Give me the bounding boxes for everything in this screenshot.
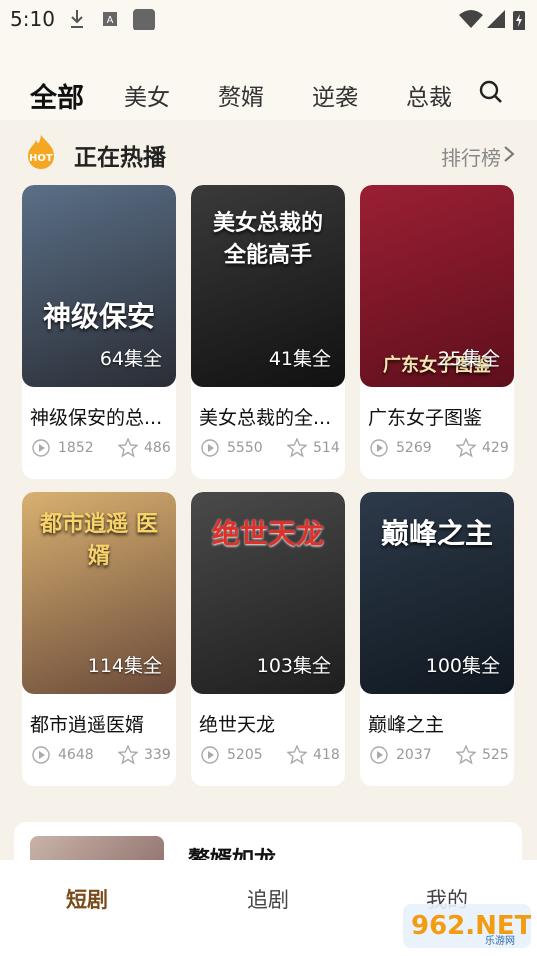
tab-ceo[interactable]: 总裁 (406, 78, 452, 112)
drama-stats: 5205 418 (199, 744, 343, 768)
drama-stats: 5269 429 (368, 437, 512, 461)
app-square-icon (133, 9, 155, 30)
drama-card[interactable]: 神级保安 64集全 神级保安的总... 1852 486 (22, 185, 176, 479)
drama-title: 神级保安的总... (30, 407, 163, 429)
star-count: 486 (144, 440, 171, 456)
keyboard-a-icon: A (103, 12, 117, 26)
drama-poster[interactable]: 美女总裁的 全能高手 41集全 (191, 185, 345, 387)
drama-poster[interactable]: 神级保安 64集全 (22, 185, 176, 387)
chevron-right-icon[interactable] (501, 144, 517, 164)
drama-stats: 1852 486 (30, 437, 174, 461)
nav-following[interactable]: 追剧 (247, 884, 289, 914)
download-icon (71, 10, 83, 28)
drama-stats: 5550 514 (199, 437, 343, 461)
play-count: 5269 (396, 440, 432, 456)
star-icon[interactable] (456, 438, 476, 458)
tab-all[interactable]: 全部 (30, 76, 84, 115)
star-icon[interactable] (287, 745, 307, 765)
drama-title: 都市逍遥医婿 (30, 714, 145, 736)
star-count: 339 (144, 747, 171, 763)
star-icon[interactable] (118, 745, 138, 765)
episode-count: 114集全 (87, 655, 162, 677)
episode-count: 100集全 (425, 655, 500, 677)
poster-title-art: 美女总裁的 全能高手 (212, 211, 323, 268)
drama-card[interactable]: 都市逍遥 医婿 114集全 都市逍遥医婿 4648 339 (22, 492, 176, 786)
drama-title: 广东女子图鉴 (368, 407, 483, 429)
battery-icon (513, 11, 525, 30)
play-count: 1852 (58, 440, 94, 456)
tab-counterattack[interactable]: 逆袭 (312, 78, 358, 112)
star-count: 525 (482, 747, 509, 763)
drama-stats: 4648 339 (30, 744, 174, 768)
poster-title-art: 巅峰之主 (380, 517, 493, 550)
drama-card[interactable]: 广东女子图鉴 25集全 广东女子图鉴 5269 429 (360, 185, 514, 479)
episode-count: 64集全 (99, 348, 162, 370)
play-count: 5205 (227, 747, 263, 763)
star-icon[interactable] (456, 745, 476, 765)
bottom-nav: 短剧 追剧 我的 962.NET 乐游网 (0, 860, 537, 956)
search-icon[interactable] (479, 80, 503, 104)
signal-icon (487, 10, 505, 28)
play-count-icon (201, 439, 219, 457)
tab-beauty[interactable]: 美女 (124, 78, 170, 112)
star-count: 418 (313, 747, 340, 763)
play-count-icon (370, 439, 388, 457)
poster-title-art: 都市逍遥 医婿 (40, 512, 158, 569)
drama-poster[interactable]: 巅峰之主 100集全 (360, 492, 514, 694)
play-count-icon (370, 746, 388, 764)
now-playing-header: HOT 正在热播 排行榜 (0, 120, 537, 186)
status-bar: 5:10 A (0, 0, 537, 38)
episode-count: 41集全 (268, 348, 331, 370)
episode-count: 25集全 (437, 348, 500, 370)
episode-count: 103集全 (256, 655, 331, 677)
hot-badge-text: HOT (29, 153, 53, 164)
play-count: 2037 (396, 747, 432, 763)
play-count-icon (201, 746, 219, 764)
svg-text:A: A (107, 15, 114, 26)
drama-poster[interactable]: 绝世天龙 103集全 (191, 492, 345, 694)
wifi-icon (459, 10, 483, 28)
drama-title: 美女总裁的全... (199, 407, 332, 429)
drama-poster[interactable]: 广东女子图鉴 25集全 (360, 185, 514, 387)
category-tabs: 全部 美女 赘婿 逆袭 总裁 (0, 38, 537, 120)
tab-son-in-law[interactable]: 赘婿 (218, 78, 264, 112)
status-time: 5:10 (10, 7, 55, 31)
section-title: 正在热播 (74, 145, 166, 171)
nav-short-drama[interactable]: 短剧 (66, 884, 108, 914)
drama-poster[interactable]: 都市逍遥 医婿 114集全 (22, 492, 176, 694)
drama-card[interactable]: 美女总裁的 全能高手 41集全 美女总裁的全... 5550 514 (191, 185, 345, 479)
star-icon[interactable] (287, 438, 307, 458)
play-count: 5550 (227, 440, 263, 456)
watermark-sub: 乐游网 (485, 934, 515, 947)
play-count: 4648 (58, 747, 94, 763)
play-count-icon (32, 439, 50, 457)
star-count: 514 (313, 440, 340, 456)
play-count-icon (32, 746, 50, 764)
drama-title: 绝世天龙 (199, 714, 276, 736)
poster-title-art: 绝世天龙 (211, 517, 324, 550)
drama-card[interactable]: 绝世天龙 103集全 绝世天龙 5205 418 (191, 492, 345, 786)
star-count: 429 (482, 440, 509, 456)
site-watermark-logo: 962.NET 乐游网 (403, 904, 531, 948)
hot-flame-icon (28, 135, 54, 169)
drama-card[interactable]: 巅峰之主 100集全 巅峰之主 2037 525 (360, 492, 514, 786)
drama-stats: 2037 525 (368, 744, 512, 768)
ranking-link[interactable]: 排行榜 (441, 142, 501, 171)
poster-title-art: 神级保安 (42, 300, 155, 333)
drama-title: 巅峰之主 (368, 714, 445, 736)
star-icon[interactable] (118, 438, 138, 458)
